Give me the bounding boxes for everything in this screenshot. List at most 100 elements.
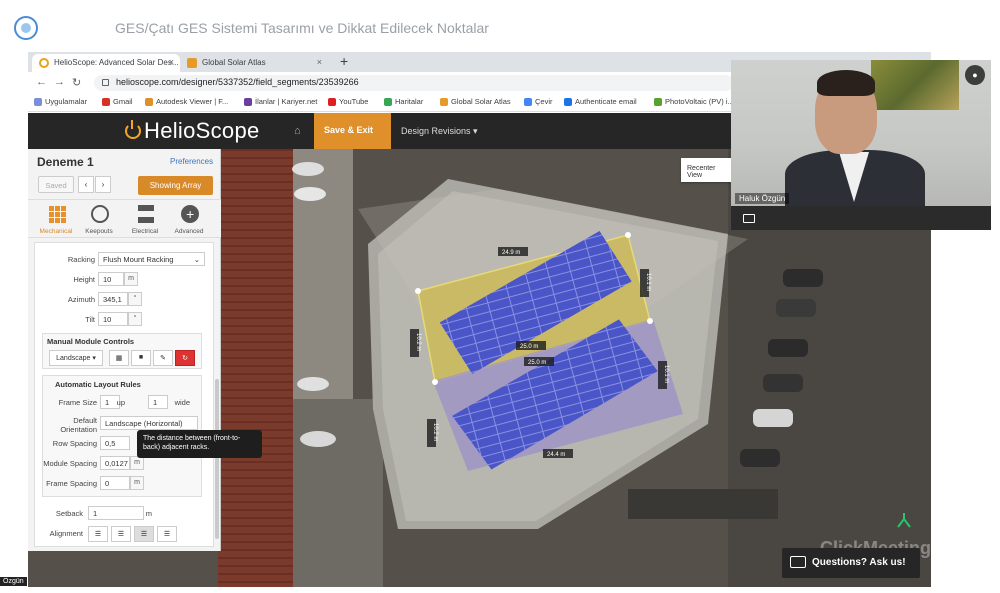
preferences-link[interactable]: Preferences	[170, 157, 213, 166]
tab-keepouts[interactable]: Keepouts	[79, 200, 119, 239]
row-spacing-field[interactable]: 0,5	[100, 436, 130, 450]
participant-name-tag: Özgün	[0, 577, 27, 586]
tool-tabs: Mechanical Keepouts Electrical + Advanced	[28, 199, 221, 238]
gmail-icon	[102, 98, 110, 106]
bookmark-solar-atlas[interactable]: Global Solar Atlas	[440, 97, 511, 106]
dim-label-left1: 10.2 m	[415, 333, 421, 351]
saved-button[interactable]: Saved	[38, 176, 74, 193]
setback-unit: m	[145, 509, 152, 518]
align-justify-icon: ☰	[140, 531, 148, 538]
single-module-button[interactable]: ■	[131, 350, 151, 366]
grid-icon: ▦	[115, 355, 123, 362]
grid-layout-button[interactable]: ▦	[109, 350, 129, 366]
azimuth-label: Azimuth	[67, 295, 95, 304]
module-spacing-field[interactable]: 0,0127	[100, 456, 130, 470]
tab-mechanical[interactable]: Mechanical	[36, 200, 76, 239]
orientation-label: Default Orientation	[60, 416, 97, 434]
edit-icon: ✎	[160, 355, 166, 362]
bookmark-gmail[interactable]: Gmail	[102, 97, 133, 106]
presentation-title: GES/Çatı GES Sistemi Tasarımı ve Dikkat …	[115, 20, 489, 36]
tab-global-solar-atlas[interactable]: Global Solar Atlas ×	[180, 54, 328, 72]
square-icon: ■	[138, 354, 144, 361]
chevron-down-icon: ⌄	[193, 255, 200, 264]
dim-label-left2: 10.2 m	[432, 423, 438, 441]
azimuth-unit: °	[128, 292, 142, 306]
back-icon[interactable]: ←	[36, 76, 47, 88]
new-tab-button[interactable]: +	[340, 53, 348, 69]
bookmark-autodesk[interactable]: Autodesk Viewer | F...	[145, 97, 228, 106]
presenter-hair	[817, 70, 875, 96]
edit-button[interactable]: ✎	[153, 350, 173, 366]
close-icon[interactable]: ×	[317, 57, 322, 67]
translate-icon	[524, 98, 532, 106]
orientation-select[interactable]: Landscape (Horizontal)	[100, 416, 198, 430]
prev-button[interactable]: ‹	[78, 176, 94, 193]
tab-electrical[interactable]: Electrical	[125, 200, 165, 239]
bookmark-maps[interactable]: Haritalar	[384, 97, 423, 106]
racking-select[interactable]: Flush Mount Racking ⌄	[98, 252, 205, 266]
tilt-field[interactable]: 10	[98, 312, 128, 326]
manual-controls-title: Manual Module Controls	[47, 337, 135, 346]
align-center-icon: ☰	[117, 531, 125, 538]
manual-controls-group: Manual Module Controls Landscape ▾ ▦ ■ ✎…	[42, 333, 202, 369]
bookmark-kariyer[interactable]: İlanlar | Kariyer.net	[244, 97, 317, 106]
align-right-button[interactable]: ☰	[157, 526, 177, 542]
dim-label-bottom: 24.4 m	[547, 452, 565, 458]
dim-label-right2: 10.1 m	[663, 365, 669, 383]
kariyer-icon	[244, 98, 252, 106]
autodesk-icon	[145, 98, 153, 106]
microphone-icon[interactable]: ●	[965, 65, 985, 85]
mechanical-settings: Racking Flush Mount Racking ⌄ Height 10 …	[34, 242, 214, 547]
azimuth-field[interactable]: 345,1	[98, 292, 128, 306]
showing-array-button[interactable]: Showing Array	[138, 176, 213, 195]
plus-icon: +	[181, 205, 199, 223]
bookmark-authenticate[interactable]: Authenticate email	[564, 97, 637, 106]
row-spacing-tooltip: The distance between (front-to-back) adj…	[137, 430, 262, 458]
reset-button[interactable]: ↻	[175, 350, 195, 366]
helioscope-logo[interactable]: HelioScope	[144, 118, 260, 144]
url-field[interactable]: helioscope.com/designer/5337352/field_se…	[94, 75, 734, 91]
next-button[interactable]: ›	[95, 176, 111, 193]
video-camera-icon[interactable]	[743, 214, 755, 223]
bookmark-translate[interactable]: Çevir	[524, 97, 553, 106]
bookmark-apps[interactable]: Uygulamalar	[34, 97, 87, 106]
height-label: Height	[73, 275, 95, 284]
webcam-video: ● Haluk Özgün	[731, 60, 991, 230]
home-icon[interactable]: ⌂	[294, 125, 301, 137]
atlas-icon	[440, 98, 448, 106]
tab-helioscope[interactable]: HelioScope: Advanced Solar Des... ×	[32, 54, 180, 72]
panel-scrollbar[interactable]	[215, 379, 219, 539]
forward-icon[interactable]: →	[54, 76, 65, 88]
youtube-icon	[328, 98, 336, 106]
bookmark-pv[interactable]: PhotoVoltaic (PV) i...	[654, 97, 734, 106]
page: GES/Çatı GES Sistemi Tasarımı ve Dikkat …	[0, 0, 1000, 593]
power-icon	[125, 120, 141, 139]
close-icon[interactable]: ×	[169, 57, 174, 67]
landscape-dropdown[interactable]: Landscape ▾	[49, 350, 103, 366]
webcam-controls	[731, 206, 991, 230]
hierarchy-icon	[138, 205, 154, 223]
dim-label-right1: 10.1 m	[645, 273, 651, 291]
align-justify-button[interactable]: ☰	[134, 526, 154, 542]
auto-layout-title: Automatic Layout Rules	[55, 380, 141, 389]
reload-icon[interactable]: ↻	[72, 76, 81, 89]
questions-button[interactable]: Questions? Ask us!	[782, 548, 920, 578]
align-left-button[interactable]: ☰	[88, 526, 108, 542]
module-spacing-label: Module Spacing	[43, 459, 97, 468]
alignment-label: Alignment	[49, 529, 83, 538]
height-field[interactable]: 10	[98, 272, 124, 286]
dim-label-mid1: 25.0 m	[520, 344, 538, 350]
frame-spacing-field[interactable]: 0	[100, 476, 130, 490]
frame-spacing-unit: m	[130, 476, 144, 490]
gear-icon	[564, 98, 572, 106]
save-exit-button[interactable]: Save & Exit	[314, 113, 391, 149]
align-center-button[interactable]: ☰	[111, 526, 131, 542]
tab-advanced[interactable]: + Advanced	[169, 200, 209, 239]
frame-up-unit: up	[116, 398, 125, 407]
bookmark-youtube[interactable]: YouTube	[328, 97, 368, 106]
presenter-name: Haluk Özgün	[735, 193, 790, 204]
crosshair-icon	[91, 205, 109, 223]
recenter-view-button[interactable]: Recenter View	[681, 158, 731, 182]
design-revisions-menu[interactable]: Design Revisions ▾	[401, 126, 478, 137]
refresh-icon: ↻	[182, 355, 188, 362]
